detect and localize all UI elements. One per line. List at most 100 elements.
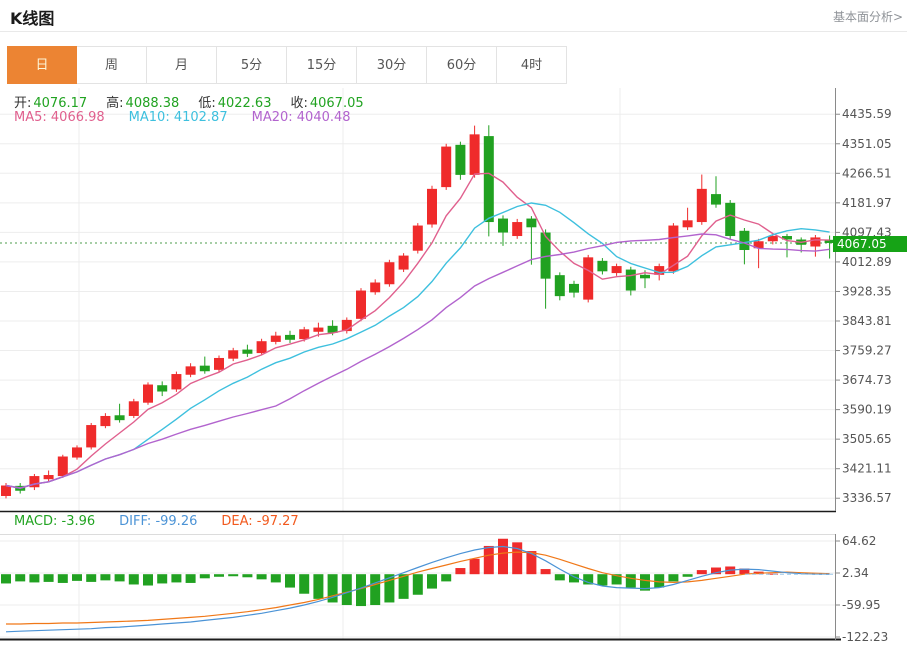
macd-bar-negative: [441, 574, 451, 581]
axis-label: 4181.97: [842, 196, 892, 210]
macd-bar-negative: [356, 574, 366, 606]
close-quote: 收:4067.05: [290, 92, 363, 111]
candle-up: [86, 425, 96, 447]
candle-down: [484, 136, 494, 222]
macd-bar-negative: [200, 574, 210, 578]
candle-up: [72, 447, 82, 457]
candle-up: [299, 329, 309, 339]
axis-label: 64.62: [842, 534, 876, 548]
candle-down: [455, 145, 465, 175]
macd-bar-negative: [626, 574, 636, 587]
ma20-line: [6, 234, 830, 488]
tab-30min[interactable]: 30分: [357, 46, 427, 84]
axis-label: 3505.65: [842, 432, 892, 446]
macd-bar-negative: [370, 574, 380, 605]
candle-up: [44, 475, 54, 479]
candle-down: [157, 385, 167, 391]
candle-up: [228, 350, 238, 358]
candle-up: [356, 291, 366, 319]
candle-down: [526, 219, 536, 228]
tab-5min[interactable]: 5分: [217, 46, 287, 84]
candle-down: [200, 366, 210, 372]
macd-bar-positive: [498, 539, 508, 574]
candle-up: [512, 222, 522, 236]
macd-indicator-row: MACD: -3.96 DIFF: -99.26 DEA: -97.27: [14, 514, 323, 529]
ma20-value: MA20: 4040.48: [252, 110, 351, 125]
candle-down: [711, 194, 721, 204]
macd-bar-negative: [654, 574, 664, 587]
macd-bar-negative: [257, 574, 267, 579]
macd-bar-negative: [285, 574, 295, 587]
axis-label: 3843.81: [842, 314, 892, 328]
candle-up: [399, 256, 409, 270]
macd-bar-positive: [526, 551, 536, 574]
candle-down: [626, 270, 636, 291]
title-bar: K线图 基本面分析>: [0, 0, 907, 32]
axis-label: 2.34: [842, 566, 869, 580]
tab-month[interactable]: 月: [147, 46, 217, 84]
macd-bar-positive: [470, 559, 480, 574]
candle-up: [257, 341, 267, 353]
axis-label: 4435.59: [842, 107, 892, 121]
candle-up: [427, 189, 437, 225]
candle-up: [171, 374, 181, 389]
candle-down: [739, 231, 749, 250]
macd-bar-negative: [115, 574, 125, 581]
high-quote: 高:4088.38: [106, 92, 179, 111]
tab-4hour[interactable]: 4时: [497, 46, 567, 84]
axis-label: 3674.73: [842, 373, 892, 387]
macd-value: MACD: -3.96: [14, 514, 95, 529]
macd-bar-negative: [214, 574, 224, 577]
axis-label: 3759.27: [842, 344, 892, 358]
ohlc-row: 开:4076.17 高:4088.38 低:4022.63 收:4067.05: [14, 92, 383, 111]
macd-bar-negative: [72, 574, 82, 581]
macd-bar-negative: [555, 574, 565, 580]
macd-bar-negative: [597, 574, 607, 585]
candle-up: [100, 416, 110, 426]
macd-bar-negative: [100, 574, 110, 580]
macd-bar-positive: [697, 570, 707, 574]
candle-up: [214, 358, 224, 370]
axis-label: 3928.35: [842, 284, 892, 298]
candle-up: [683, 220, 693, 227]
tab-60min[interactable]: 60分: [427, 46, 497, 84]
candle-up: [768, 236, 778, 241]
tab-15min[interactable]: 15分: [287, 46, 357, 84]
candle-down: [555, 275, 565, 296]
macd-bar-negative: [58, 574, 68, 583]
candle-down: [597, 261, 607, 271]
candle-up: [1, 486, 11, 496]
macd-bar-negative: [171, 574, 181, 582]
macd-bar-negative: [86, 574, 96, 582]
tab-day[interactable]: 日: [7, 46, 77, 84]
macd-bar-negative: [15, 574, 25, 581]
candle-down: [640, 275, 650, 278]
candle-up: [470, 134, 480, 175]
dea-value: DEA: -97.27: [221, 514, 298, 529]
axis-label: 3336.57: [842, 491, 892, 505]
candle-up: [313, 328, 323, 332]
open-quote: 开:4076.17: [14, 92, 87, 111]
macd-bar-negative: [129, 574, 139, 584]
candle-down: [498, 219, 508, 233]
macd-bar-negative: [44, 574, 54, 582]
macd-bar-positive: [455, 568, 465, 574]
macd-bar-negative: [342, 574, 352, 605]
candle-up: [441, 147, 451, 188]
candle-down: [242, 350, 252, 354]
fundamental-analysis-link[interactable]: 基本面分析>: [833, 8, 903, 25]
axis-label: -59.95: [842, 598, 881, 612]
diff-value: DIFF: -99.26: [119, 514, 197, 529]
tab-week[interactable]: 周: [77, 46, 147, 84]
candle-up: [697, 189, 707, 222]
macd-bar-negative: [186, 574, 196, 583]
macd-bar-negative: [683, 574, 693, 577]
macd-bar-negative: [143, 574, 153, 585]
candle-up: [583, 257, 593, 299]
macd-bar-negative: [29, 574, 39, 582]
ma10-value: MA10: 4102.87: [129, 110, 228, 125]
page-title: K线图: [10, 5, 54, 29]
macd-bar-positive: [484, 546, 494, 574]
candle-up: [370, 283, 380, 293]
candle-up: [668, 226, 678, 272]
